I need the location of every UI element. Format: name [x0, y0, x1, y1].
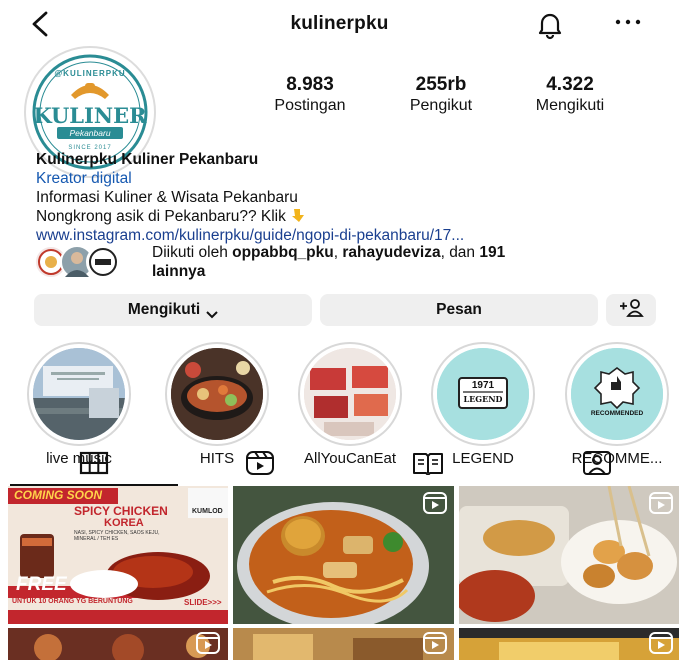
- tab-posts-grid[interactable]: [74, 450, 114, 480]
- post-tile-6[interactable]: [459, 628, 679, 660]
- post-tile-5[interactable]: [233, 628, 454, 660]
- profile-tabs: [0, 446, 679, 486]
- stat-posts[interactable]: 8.983 Postingan: [250, 74, 370, 115]
- tagged-icon: [581, 450, 613, 481]
- legend-badge-text: LEGEND: [463, 394, 503, 404]
- pointing-down-icon: [290, 207, 308, 223]
- highlight-cover-recommended: RECOMMENDED: [571, 348, 663, 440]
- reel-badge-icon: [196, 632, 220, 654]
- avatar-main-text: KULINER: [33, 103, 147, 128]
- profile-category: Kreator digital: [36, 170, 132, 187]
- stat-followers-value: 255rb: [415, 74, 467, 95]
- bell-icon[interactable]: [534, 8, 566, 40]
- post1-free: FREE: [16, 574, 67, 595]
- highlight-cover-allyoucaneat: [304, 348, 396, 440]
- stat-following-label: Mengikuti: [535, 97, 605, 114]
- mutual-avatar-3: [86, 245, 120, 279]
- followed-mid: , dan: [440, 244, 480, 261]
- followed-user-2[interactable]: rahayudeviza: [342, 244, 440, 261]
- profile-bio: Kulinerpku Kuliner Pekanbaru Kreator dig…: [36, 150, 656, 245]
- reel-badge-icon: [649, 492, 673, 514]
- tab-tagged[interactable]: [577, 450, 617, 480]
- tab-guides[interactable]: [408, 450, 448, 480]
- followed-suffix: lainnya: [152, 263, 206, 280]
- highlight-cover-hits: [171, 348, 263, 440]
- grid-icon: [79, 451, 109, 480]
- more-dots-icon[interactable]: [612, 12, 644, 32]
- post-tile-1[interactable]: COMING SOON SPICY CHICKEN KOREA NASI, SP…: [8, 486, 228, 624]
- post1-title1: SPICY CHICKEN: [74, 504, 168, 518]
- add-person-icon: [618, 298, 644, 323]
- followed-prefix: Diikuti oleh: [152, 244, 233, 261]
- reel-badge-icon: [649, 632, 673, 654]
- bio-line-1: Informasi Kuliner & Wisata Pekanbaru: [36, 189, 298, 206]
- recommended-badge-text: RECOMMENDED: [590, 410, 644, 417]
- post-tile-2[interactable]: [233, 486, 454, 624]
- stat-followers[interactable]: 255rb Pengikut: [381, 74, 501, 115]
- followed-by[interactable]: Diikuti oleh oppabbq_pku, rahayudeviza, …: [34, 243, 664, 283]
- top-bar: kulinerpku: [0, 0, 679, 48]
- legend-badge-year: 1971: [471, 380, 495, 391]
- posts-grid: COMING SOON SPICY CHICKEN KOREA NASI, SP…: [8, 486, 679, 660]
- message-button-label: Pesan: [436, 301, 482, 318]
- post1-subtitle: NASI, SPICY CHICKEN, SAOS KEJU, MINERAL …: [74, 530, 160, 542]
- reel-badge-icon: [423, 492, 447, 514]
- avatar-sub-text: Pekanbaru: [69, 128, 111, 138]
- bio-line-2: Nongkrong asik di Pekanbaru?? Klik: [36, 208, 286, 225]
- highlight-ring: [27, 342, 131, 446]
- stat-posts-value: 8.983: [286, 74, 334, 95]
- highlight-cover-legend: 1971 LEGEND: [437, 348, 529, 440]
- mutual-avatars: [34, 245, 144, 279]
- reels-icon: [245, 450, 275, 481]
- stat-following[interactable]: 4.322 Mengikuti: [510, 74, 630, 115]
- highlight-ring: 1971 LEGEND: [431, 342, 535, 446]
- highlight-ring: [298, 342, 402, 446]
- post1-slide: SLIDE>>>: [184, 598, 222, 607]
- post-tile-3[interactable]: [459, 486, 679, 624]
- guide-icon: [412, 451, 444, 480]
- highlight-cover-live-music: [33, 348, 125, 440]
- bio-line-2-wrap: Nongkrong asik di Pekanbaru?? Klik: [36, 207, 656, 226]
- stat-posts-label: Postingan: [274, 97, 346, 114]
- profile-display-name: Kulinerpku Kuliner Pekanbaru: [36, 151, 259, 168]
- stat-following-value: 4.322: [546, 74, 594, 95]
- stat-followers-label: Pengikut: [409, 97, 473, 114]
- following-button-label: Mengikuti: [127, 301, 201, 318]
- highlight-ring: RECOMMENDED: [565, 342, 669, 446]
- tab-reels[interactable]: [240, 450, 280, 480]
- profile-username: kulinerpku: [290, 13, 389, 34]
- followed-count: 191: [479, 244, 506, 261]
- chevron-down-icon: [206, 306, 218, 319]
- post-tile-4[interactable]: [8, 628, 228, 660]
- post1-brand: KUMLOD: [192, 508, 223, 515]
- avatar-top-text: @KULINERPKU: [54, 69, 126, 78]
- message-button[interactable]: Pesan: [320, 294, 598, 326]
- following-button[interactable]: Mengikuti: [34, 294, 312, 326]
- post1-free-sub: UNTUK 10 ORANG YG BERUNTUNG: [12, 598, 133, 605]
- reel-badge-icon: [423, 632, 447, 654]
- followed-by-text: Diikuti oleh oppabbq_pku, rahayudeviza, …: [152, 243, 662, 281]
- followed-user-1[interactable]: oppabbq_pku: [232, 244, 334, 261]
- highlight-ring: [165, 342, 269, 446]
- add-person-button[interactable]: [606, 294, 656, 326]
- post1-title2: KOREA: [104, 517, 144, 529]
- post1-banner: COMING SOON: [14, 488, 103, 502]
